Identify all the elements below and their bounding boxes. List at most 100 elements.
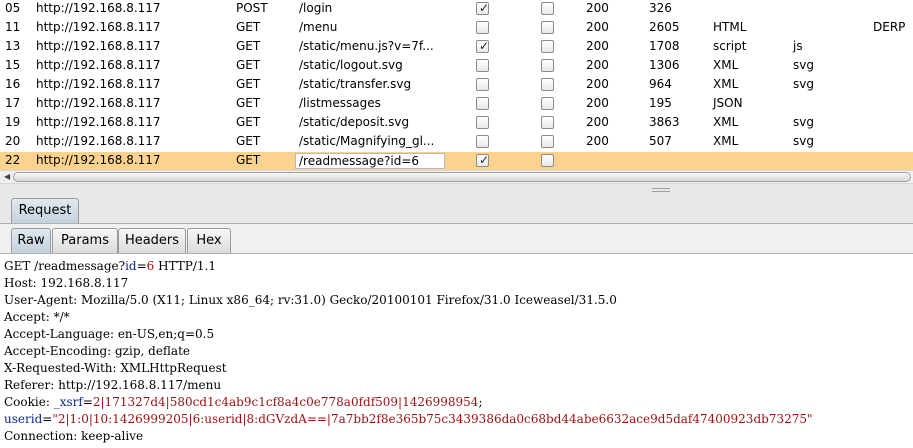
request-line-suffix: HTTP/1.1 bbox=[154, 259, 217, 273]
table-row-selected[interactable]: 22 http://192.168.8.117 GET/readmessage?id… bbox=[0, 152, 913, 171]
tab-raw[interactable]: Raw bbox=[11, 228, 51, 253]
cell-number: 13 bbox=[5, 39, 21, 53]
cell-number: 16 bbox=[5, 77, 21, 91]
edited-checkbox[interactable] bbox=[541, 78, 554, 91]
table-row[interactable]: 05 http://192.168.8.117 POST/login ✓ 200 326 bbox=[0, 0, 913, 19]
cell-number: 15 bbox=[5, 58, 21, 72]
cookie-name-userid: userid bbox=[4, 412, 43, 426]
edited-checkbox[interactable] bbox=[541, 97, 554, 110]
params-checkbox[interactable] bbox=[476, 97, 489, 110]
cell-host: http://192.168.8.117 bbox=[36, 77, 161, 91]
edited-checkbox[interactable] bbox=[541, 21, 554, 34]
cell-number: 17 bbox=[5, 96, 21, 110]
tab-params[interactable]: Params bbox=[52, 228, 118, 253]
checkmark-icon: ✓ bbox=[479, 1, 490, 15]
cell-mime-type: XML bbox=[713, 115, 739, 129]
cell-length: 507 bbox=[649, 134, 672, 148]
params-checkbox[interactable]: ✓ bbox=[476, 1, 490, 15]
cell-length: 326 bbox=[649, 1, 672, 15]
cell-method: GET bbox=[236, 134, 261, 148]
cell-length: 1708 bbox=[649, 39, 680, 53]
edited-checkbox[interactable] bbox=[541, 135, 554, 148]
header-accept-encoding: Accept-Encoding: gzip, deflate bbox=[4, 344, 191, 358]
cell-status: 200 bbox=[586, 115, 609, 129]
raw-request-editor[interactable]: GET /readmessage?id=6 HTTP/1.1 Host: 192… bbox=[4, 258, 909, 445]
param-name: id bbox=[125, 259, 137, 273]
params-checkbox[interactable]: ✓ bbox=[476, 153, 490, 167]
cell-url-editor[interactable]: /readmessage?id=6 bbox=[295, 153, 445, 169]
cell-status: 200 bbox=[586, 39, 609, 53]
split-pane-divider[interactable] bbox=[0, 184, 913, 194]
cell-number: 20 bbox=[5, 134, 21, 148]
cell-host: http://192.168.8.117 bbox=[36, 20, 161, 34]
tab-hex[interactable]: Hex bbox=[187, 228, 231, 253]
cell-method: GET bbox=[236, 115, 261, 129]
request-line-prefix: GET /readmessage? bbox=[4, 259, 126, 273]
cell-status: 200 bbox=[586, 1, 609, 15]
params-checkbox[interactable] bbox=[476, 78, 489, 91]
table-row[interactable]: 13 http://192.168.8.117 GET/static/menu.js… bbox=[0, 38, 913, 57]
cell-url: /login bbox=[299, 1, 333, 15]
tab-headers[interactable]: Headers bbox=[118, 228, 186, 253]
table-row[interactable]: 17 http://192.168.8.117 GET/listmessages 20… bbox=[0, 95, 913, 114]
table-row[interactable]: 15 http://192.168.8.117 GET/static/logout.… bbox=[0, 57, 913, 76]
cell-number: 11 bbox=[5, 20, 21, 34]
params-checkbox[interactable] bbox=[476, 116, 489, 129]
table-row[interactable]: 11 http://192.168.8.117 GET/menu 200 2605 HTM… bbox=[0, 19, 913, 38]
cookie-value-userid: "2|1:0|10:1426999205|6:userid|8:dGVzdA==… bbox=[52, 412, 813, 426]
header-accept: Accept: */* bbox=[4, 310, 70, 324]
cell-extension: svg bbox=[793, 115, 814, 129]
table-row[interactable]: 20 http://192.168.8.117 GET/static/Magnify… bbox=[0, 133, 913, 152]
scroll-left-arrow-icon[interactable]: ◀ bbox=[4, 171, 10, 183]
cell-status: 200 bbox=[586, 134, 609, 148]
header-user-agent: User-Agent: Mozilla/5.0 (X11; Linux x86_… bbox=[4, 293, 617, 307]
cell-number: 05 bbox=[5, 1, 21, 15]
cell-status: 200 bbox=[586, 96, 609, 110]
header-cookie: Cookie: _xsrf=2|171327d4|580cd1c4ab9c1cf… bbox=[4, 394, 909, 411]
cell-method: GET bbox=[236, 153, 261, 167]
cell-number: 22 bbox=[5, 153, 21, 167]
params-checkbox[interactable] bbox=[476, 59, 489, 72]
cell-mime-type: script bbox=[713, 39, 747, 53]
scrollbar-thumb[interactable] bbox=[13, 172, 911, 182]
cell-extension: js bbox=[793, 39, 803, 53]
cell-mime-type: HTML bbox=[713, 20, 747, 34]
cell-host: http://192.168.8.117 bbox=[36, 58, 161, 72]
edited-checkbox[interactable] bbox=[541, 40, 554, 53]
cell-method: GET bbox=[236, 77, 261, 91]
cookie-equals: = bbox=[82, 395, 93, 409]
cell-host: http://192.168.8.117 bbox=[36, 1, 161, 15]
header-x-requested-with: X-Requested-With: XMLHttpRequest bbox=[4, 361, 227, 375]
edited-checkbox[interactable] bbox=[541, 59, 554, 72]
params-checkbox[interactable] bbox=[476, 135, 489, 148]
cell-length: 3863 bbox=[649, 115, 680, 129]
edited-checkbox[interactable] bbox=[541, 2, 554, 15]
cookie-value-xsrf: 2|171327d4|580cd1c4ab9c1cf8a4c0e778a0fdf… bbox=[92, 395, 479, 409]
param-equals: = bbox=[136, 259, 147, 273]
divider-grip-icon[interactable] bbox=[652, 188, 670, 192]
tab-request[interactable]: Request bbox=[11, 198, 79, 223]
cell-method: GET bbox=[236, 58, 261, 72]
table-row[interactable]: 19 http://192.168.8.117 GET/static/deposit… bbox=[0, 114, 913, 133]
cookie-equals: = bbox=[42, 412, 53, 426]
cell-status: 200 bbox=[586, 20, 609, 34]
message-panel-tabs: Request bbox=[0, 194, 913, 224]
cell-method: GET bbox=[236, 20, 261, 34]
cell-method: GET bbox=[236, 39, 261, 53]
horizontal-scrollbar[interactable]: ◀ bbox=[0, 170, 913, 184]
cell-host: http://192.168.8.117 bbox=[36, 39, 161, 53]
params-checkbox[interactable] bbox=[476, 21, 489, 34]
cell-extension: svg bbox=[793, 58, 814, 72]
cell-url: /listmessages bbox=[299, 96, 381, 110]
cell-url: /menu bbox=[299, 20, 338, 34]
cell-url: /static/transfer.svg bbox=[299, 77, 412, 91]
cell-number: 19 bbox=[5, 115, 21, 129]
edited-checkbox[interactable] bbox=[541, 116, 554, 129]
params-checkbox[interactable]: ✓ bbox=[476, 39, 489, 53]
edited-checkbox[interactable] bbox=[541, 154, 554, 167]
cell-host: http://192.168.8.117 bbox=[36, 153, 161, 167]
table-row[interactable]: 16 http://192.168.8.117 GET/static/transfe… bbox=[0, 76, 913, 95]
cell-extension: svg bbox=[793, 77, 814, 91]
message-view-tabs: Raw Params Headers Hex bbox=[0, 224, 913, 254]
checkmark-icon: ✓ bbox=[479, 153, 490, 167]
